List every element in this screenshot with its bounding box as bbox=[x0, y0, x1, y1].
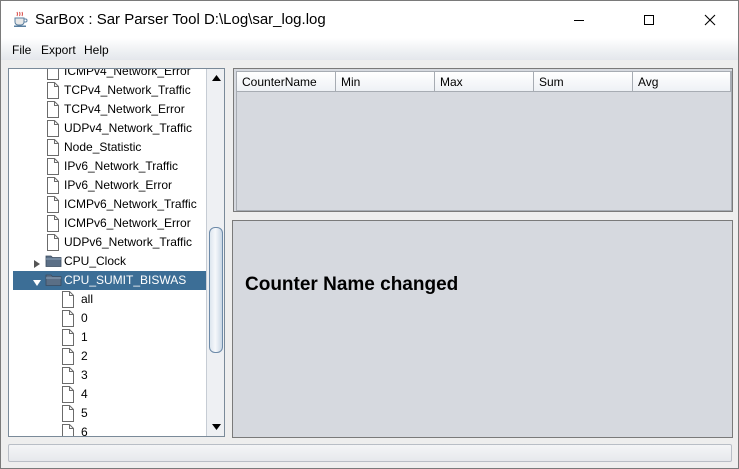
maximize-button[interactable] bbox=[626, 1, 672, 38]
tree-leaf-node[interactable]: Node_Statistic bbox=[9, 138, 206, 157]
menu-bar: File Export Help bbox=[1, 38, 738, 60]
tree-leaf-node[interactable]: 3 bbox=[9, 366, 206, 385]
file-icon bbox=[46, 215, 60, 235]
tree-node-label: 3 bbox=[81, 368, 88, 382]
scroll-up-button[interactable] bbox=[207, 70, 224, 85]
tree-folder-node[interactable]: CPU_Clock bbox=[13, 252, 206, 271]
collapsed-arrow-icon[interactable] bbox=[33, 257, 41, 271]
menu-export[interactable]: Export bbox=[41, 43, 76, 57]
app-window: SarBox : Sar Parser Tool D:\Log\sar_log.… bbox=[0, 0, 739, 469]
file-icon bbox=[46, 120, 60, 140]
column-header-avg[interactable]: Avg bbox=[633, 72, 731, 92]
scroll-down-button[interactable] bbox=[207, 419, 224, 434]
tree-node-label: Node_Statistic bbox=[64, 140, 142, 154]
column-header-label: Min bbox=[341, 75, 361, 89]
tree-scrollbar[interactable] bbox=[206, 69, 224, 436]
column-header-label: Avg bbox=[638, 75, 659, 89]
column-header-min[interactable]: Min bbox=[336, 72, 435, 92]
file-icon bbox=[61, 424, 75, 436]
tree-leaf-node[interactable]: 0 bbox=[9, 309, 206, 328]
file-icon bbox=[61, 386, 75, 406]
tree-leaf-node[interactable]: TCPv4_Network_Error bbox=[9, 100, 206, 119]
column-header-sum[interactable]: Sum bbox=[534, 72, 633, 92]
minimize-icon bbox=[574, 19, 584, 21]
file-icon bbox=[61, 348, 75, 368]
title-bar[interactable]: SarBox : Sar Parser Tool D:\Log\sar_log.… bbox=[1, 1, 738, 38]
tree-leaf-node[interactable]: ICMPv6_Network_Traffic bbox=[9, 195, 206, 214]
close-icon bbox=[704, 14, 716, 25]
menu-help[interactable]: Help bbox=[84, 43, 109, 57]
file-icon bbox=[61, 405, 75, 425]
tree-node-label: TCPv4_Network_Traffic bbox=[64, 83, 191, 97]
tree-leaf-node[interactable]: 5 bbox=[9, 404, 206, 423]
file-icon bbox=[46, 196, 60, 216]
file-icon bbox=[46, 158, 60, 178]
tree-node-label: TCPv4_Network_Error bbox=[64, 102, 185, 116]
stats-table-panel: CounterName Min Max Sum Avg bbox=[233, 68, 733, 212]
client-area: ICMPv4_Network_Error TCPv4_Network_Traffi… bbox=[1, 60, 738, 468]
maximize-icon bbox=[644, 14, 654, 25]
tree-leaf-node[interactable]: IPv6_Network_Error bbox=[9, 176, 206, 195]
tree-node-label: IPv6_Network_Traffic bbox=[64, 159, 179, 173]
expanded-arrow-icon[interactable] bbox=[33, 276, 41, 290]
tree-leaf-node[interactable]: all bbox=[9, 290, 206, 309]
tree-leaf-node[interactable]: 1 bbox=[9, 328, 206, 347]
counter-tree[interactable]: ICMPv4_Network_Error TCPv4_Network_Traffi… bbox=[8, 68, 225, 437]
window-title: SarBox : Sar Parser Tool D:\Log\sar_log.… bbox=[35, 11, 326, 28]
scroll-down-arrow-icon bbox=[211, 423, 221, 430]
file-icon bbox=[46, 234, 60, 254]
tree-leaf-node[interactable]: IPv6_Network_Traffic bbox=[9, 157, 206, 176]
tree-leaf-node[interactable]: UDPv6_Network_Traffic bbox=[9, 233, 206, 252]
tree-node-label: 6 bbox=[81, 425, 88, 436]
file-icon bbox=[61, 310, 75, 330]
tree-node-label: 0 bbox=[81, 311, 88, 325]
file-icon bbox=[46, 139, 60, 159]
tree-viewport: ICMPv4_Network_Error TCPv4_Network_Traffi… bbox=[9, 69, 206, 436]
progress-bar bbox=[8, 444, 732, 462]
column-header-label: Sum bbox=[539, 75, 564, 89]
column-header-countername[interactable]: CounterName bbox=[237, 72, 336, 92]
tree-node-label: UDPv6_Network_Traffic bbox=[64, 235, 193, 249]
status-message: Counter Name changed bbox=[245, 274, 459, 295]
close-button[interactable] bbox=[687, 1, 733, 38]
tree-node-label: IPv6_Network_Error bbox=[64, 178, 173, 192]
column-header-max[interactable]: Max bbox=[435, 72, 534, 92]
scrollbar-thumb[interactable] bbox=[209, 227, 223, 353]
scroll-up-arrow-icon bbox=[211, 74, 221, 81]
tree-node-label: ICMPv4_Network_Error bbox=[64, 69, 191, 78]
tree-node-label: ICMPv6_Network_Traffic bbox=[64, 197, 197, 211]
tree-leaf-node[interactable]: ICMPv6_Network_Error bbox=[9, 214, 206, 233]
tree-node-label: 1 bbox=[81, 330, 88, 344]
column-header-label: CounterName bbox=[242, 75, 317, 89]
file-icon bbox=[61, 367, 75, 387]
stats-table[interactable]: CounterName Min Max Sum Avg bbox=[236, 71, 732, 211]
file-icon bbox=[61, 329, 75, 349]
file-icon bbox=[46, 101, 60, 121]
tree-node-label: CPU_Clock bbox=[64, 254, 127, 268]
tree-node-label: 4 bbox=[81, 387, 88, 401]
tree-folder-node[interactable]: CPU_SUMIT_BISWAS bbox=[13, 271, 206, 290]
tree-node-label: CPU_SUMIT_BISWAS bbox=[64, 273, 187, 287]
file-icon bbox=[61, 291, 75, 311]
folder-icon bbox=[45, 253, 62, 271]
tree-node-label: ICMPv6_Network_Error bbox=[64, 216, 191, 230]
minimize-button[interactable] bbox=[556, 1, 602, 38]
tree-leaf-node[interactable]: 6 bbox=[9, 423, 206, 436]
file-icon bbox=[46, 177, 60, 197]
file-icon bbox=[46, 82, 60, 102]
message-panel: Counter Name changed bbox=[232, 220, 733, 438]
tree-leaf-node[interactable]: UDPv4_Network_Traffic bbox=[9, 119, 206, 138]
menu-file[interactable]: File bbox=[12, 43, 31, 57]
tree-leaf-node[interactable]: 2 bbox=[9, 347, 206, 366]
tree-node-label: 5 bbox=[81, 406, 88, 420]
tree-leaf-node[interactable]: TCPv4_Network_Traffic bbox=[9, 81, 206, 100]
tree-node-label: 2 bbox=[81, 349, 88, 363]
tree-node-label: all bbox=[81, 292, 94, 306]
tree-leaf-node[interactable]: ICMPv4_Network_Error bbox=[9, 69, 206, 81]
tree-leaf-node[interactable]: 4 bbox=[9, 385, 206, 404]
column-header-label: Max bbox=[440, 75, 463, 89]
tree-node-label: UDPv4_Network_Traffic bbox=[64, 121, 193, 135]
java-cup-icon bbox=[11, 10, 29, 28]
folder-icon bbox=[45, 272, 62, 290]
